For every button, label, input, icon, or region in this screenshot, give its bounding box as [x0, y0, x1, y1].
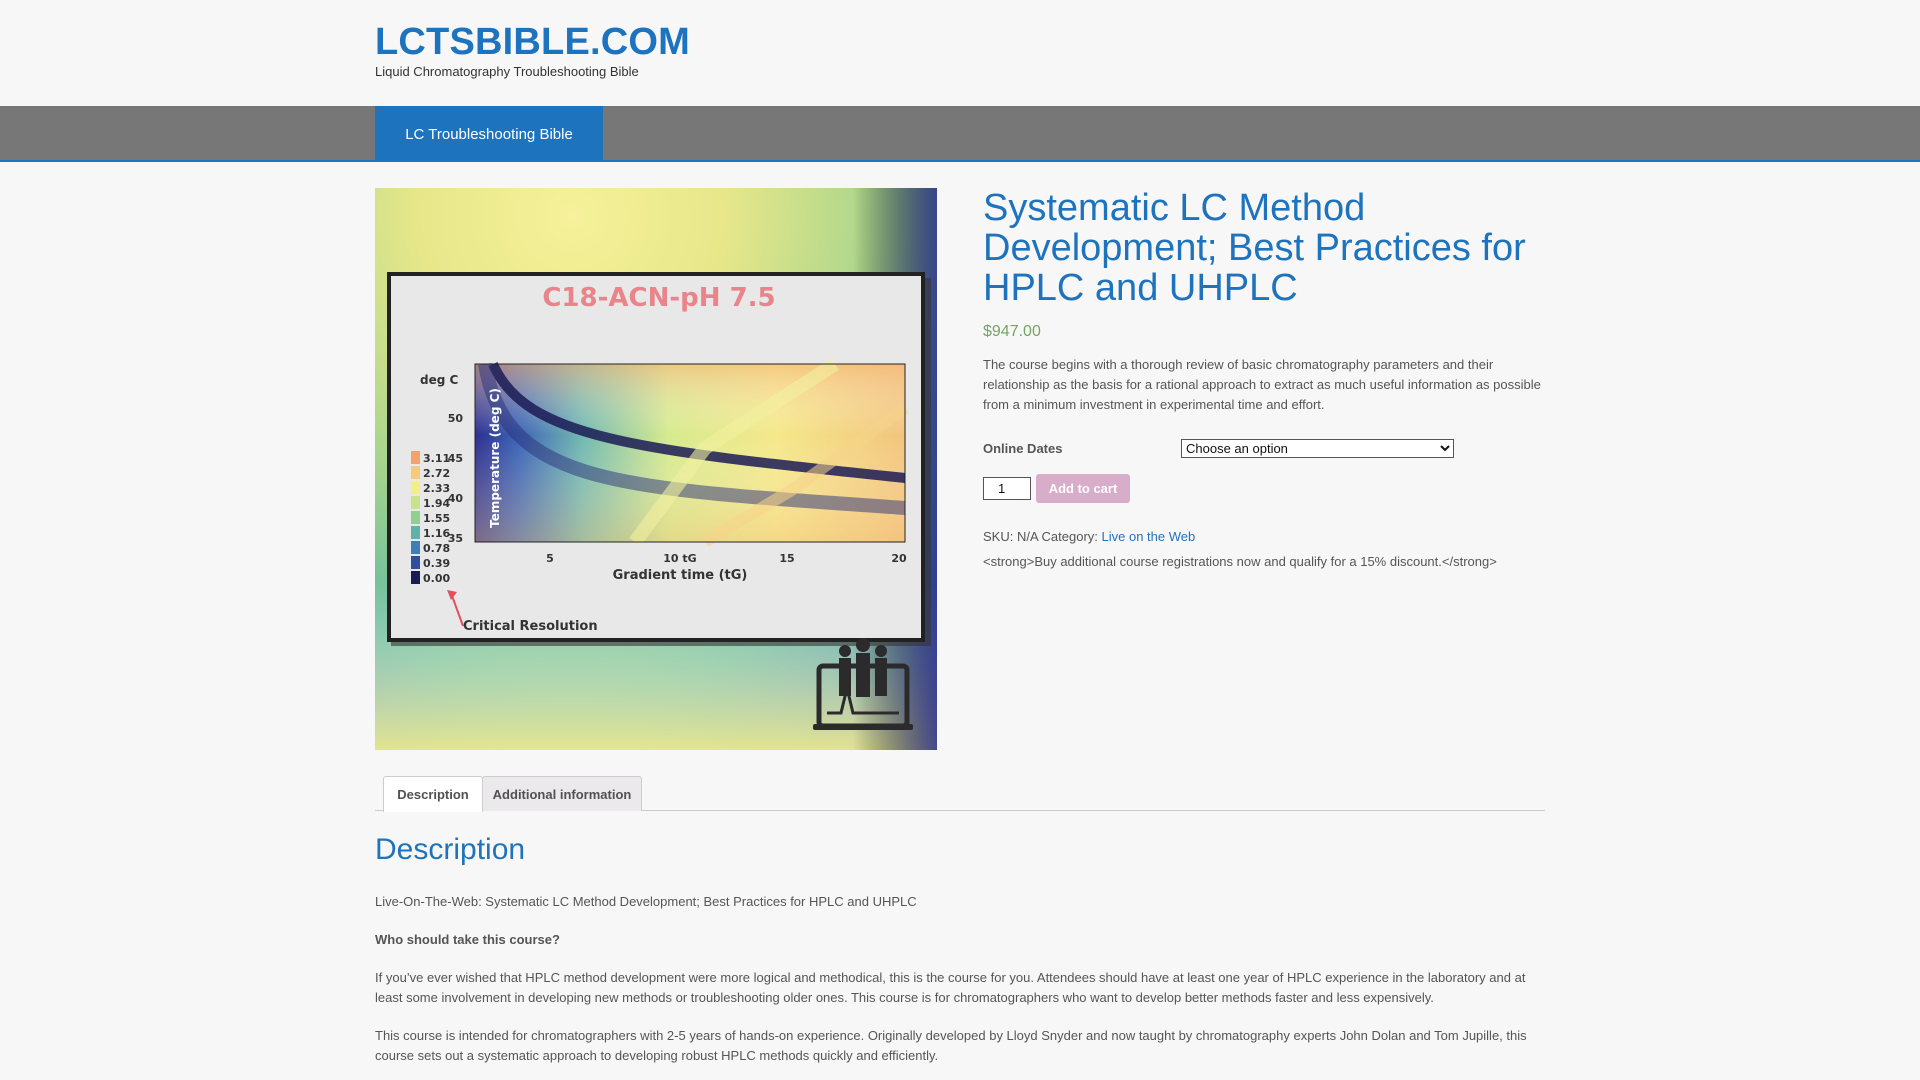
product-price: $947.00 — [983, 323, 1041, 340]
legend-label: 1.94 — [423, 497, 450, 510]
legend-label: 1.55 — [423, 512, 450, 525]
product-title: Systematic LC Method Development; Best P… — [983, 187, 1526, 309]
legend-swatch — [411, 526, 420, 539]
x-tick: 5 — [546, 552, 554, 565]
product-tabs: Description Additional information — [375, 775, 1545, 812]
y-axis-label: Temperature (deg C) — [488, 388, 502, 528]
legend-swatch — [411, 511, 420, 524]
tab-description[interactable]: Description — [383, 776, 483, 812]
nav-item-lc-troubleshooting-bible[interactable]: LC Troubleshooting Bible — [375, 106, 603, 162]
legend-label: 0.78 — [423, 542, 450, 555]
critical-resolution-annotation: Critical Resolution — [463, 619, 598, 634]
online-dates-label: Online Dates — [983, 441, 1063, 456]
cart-row: Add to cart — [983, 474, 1545, 503]
description-subheading: Who should take this course? — [375, 932, 560, 947]
legend-swatch — [411, 481, 420, 494]
legend-swatch — [411, 571, 420, 584]
add-to-cart-button[interactable]: Add to cart — [1036, 474, 1130, 503]
legend-label: 2.72 — [423, 467, 450, 480]
discount-note: <strong>Buy additional course registrati… — [983, 554, 1497, 569]
x-tick: 20 — [891, 552, 907, 565]
variations-row: Online Dates Choose an option — [983, 439, 1545, 458]
legend-label: 0.00 — [423, 572, 450, 585]
x-tick: 15 — [779, 552, 794, 565]
legend-swatch — [411, 541, 420, 554]
quantity-input[interactable] — [983, 477, 1031, 500]
description-paragraph: If you’ve ever wished that HPLC method d… — [375, 970, 1526, 1005]
legend-label: 0.39 — [423, 557, 450, 570]
panel-title: C18-ACN-pH 7.5 — [542, 283, 775, 313]
description-panel: Description Live-On-The-Web: Systematic … — [375, 830, 1545, 1066]
product-meta: SKU: N/A Category: Live on the Web — [983, 529, 1545, 544]
color-legend: 3.11 2.72 2.33 1.94 1.55 1.16 0.78 0.39 0.00 — [411, 451, 450, 585]
legend-swatch — [411, 496, 420, 509]
description-paragraph: Live-On-The-Web: Systematic LC Method De… — [375, 894, 917, 909]
legend-swatch — [411, 556, 420, 569]
tab-additional-information[interactable]: Additional information — [482, 776, 642, 811]
sku-category-text: SKU: N/A Category: — [983, 529, 1102, 544]
legend-swatch — [411, 466, 420, 479]
y-axis-unit: deg C — [420, 373, 458, 387]
online-dates-select[interactable]: Choose an option — [1181, 439, 1454, 458]
legend-label: 1.16 — [423, 527, 450, 540]
product-short-description: The course begins with a thorough review… — [983, 357, 1541, 412]
y-tick: 50 — [448, 412, 464, 425]
product-image[interactable]: C18-ACN-pH 7.5 Temperature (deg C) deg C… — [375, 188, 937, 750]
category-link[interactable]: Live on the Web — [1102, 529, 1196, 544]
site-title-link[interactable]: LCTSBIBLE.COM — [375, 20, 690, 64]
x-axis-label: Gradient time (tG) — [613, 568, 748, 583]
x-tick: 10 tG — [663, 552, 696, 565]
description-paragraph: This course is intended for chromatograp… — [375, 1028, 1527, 1063]
legend-label: 3.11 — [423, 452, 450, 465]
site-description: Liquid Chromatography Troubleshooting Bi… — [375, 64, 639, 79]
legend-label: 2.33 — [423, 482, 450, 495]
product-image-graphic: C18-ACN-pH 7.5 Temperature (deg C) deg C… — [375, 188, 937, 750]
description-heading: Description — [375, 833, 526, 866]
product-summary: Systematic LC Method Development; Best P… — [983, 188, 1545, 569]
legend-swatch — [411, 451, 420, 464]
site-header: LCTSBIBLE.COM Liquid Chromatography Trou… — [375, 20, 690, 79]
main-navigation: LC Troubleshooting Bible — [0, 106, 1920, 162]
